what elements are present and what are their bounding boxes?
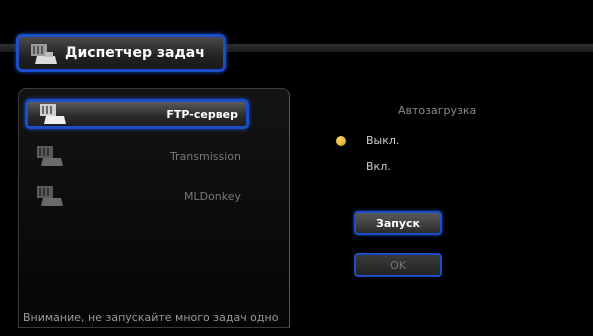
screen: Диспетчер задач FTP-сервер Transmission … bbox=[0, 0, 593, 336]
radio-selected-icon bbox=[336, 135, 346, 146]
task-manager-icon bbox=[29, 40, 59, 66]
task-item-mldonkey[interactable]: MLDonkey bbox=[25, 181, 249, 211]
task-item-label: FTP-сервер bbox=[166, 107, 238, 121]
task-item-label: MLDonkey bbox=[183, 189, 241, 203]
task-list-panel: FTP-сервер Transmission MLDonkey Внимани… bbox=[18, 88, 290, 328]
radio-unselected-icon bbox=[336, 162, 346, 172]
title-box: Диспетчер задач bbox=[16, 34, 226, 72]
start-button[interactable]: Запуск bbox=[354, 211, 442, 235]
task-item-ftp[interactable]: FTP-сервер bbox=[25, 99, 249, 129]
server-icon bbox=[35, 184, 65, 208]
task-item-label: Transmission bbox=[169, 149, 241, 163]
autoload-option-off[interactable]: Выкл. bbox=[336, 134, 399, 147]
task-item-transmission[interactable]: Transmission bbox=[25, 141, 249, 171]
warning-text: Внимание, не запускайте много задач одно bbox=[23, 311, 279, 324]
autoload-option-label: Вкл. bbox=[366, 160, 391, 173]
server-icon bbox=[35, 144, 65, 168]
ok-button[interactable]: OK bbox=[354, 253, 442, 277]
autoload-option-label: Выкл. bbox=[366, 134, 400, 147]
server-icon bbox=[38, 102, 68, 126]
autoload-title: Автозагрузка bbox=[398, 104, 477, 117]
page-title: Диспетчер задач bbox=[65, 45, 205, 61]
autoload-option-on[interactable]: Вкл. bbox=[336, 160, 391, 173]
